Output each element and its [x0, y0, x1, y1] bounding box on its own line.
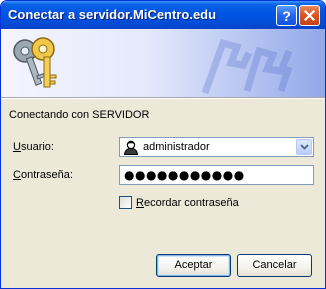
password-label-accesskey: C	[13, 169, 21, 181]
username-label-accesskey: U	[13, 141, 21, 153]
password-label: Contraseña:	[13, 169, 73, 181]
window-title: Conectar a servidor.MiCentro.edu	[8, 7, 217, 22]
password-label-rest: ontraseña:	[20, 169, 73, 181]
help-icon: ?	[282, 7, 291, 24]
decorative-keys-watermark	[201, 38, 293, 95]
keys-icon	[13, 37, 57, 88]
username-combobox[interactable]: administrador	[119, 137, 314, 157]
chevron-down-icon	[299, 144, 309, 150]
ok-button[interactable]: Aceptar	[156, 254, 231, 277]
user-icon	[123, 140, 139, 155]
close-button[interactable]	[299, 5, 320, 26]
username-dropdown-button[interactable]	[296, 139, 312, 155]
password-field[interactable]: ●●●●●●●●●●●	[119, 165, 314, 185]
remember-label-accesskey: R	[136, 197, 144, 209]
username-label: Usuario:	[13, 141, 54, 153]
close-icon	[304, 10, 315, 21]
help-button[interactable]: ?	[276, 5, 297, 26]
remember-label-rest: ecordar contraseña	[143, 197, 239, 209]
title-bar[interactable]: Conectar a servidor.MiCentro.edu ?	[1, 1, 325, 29]
connecting-message: Conectando con SERVIDOR	[9, 109, 150, 121]
username-label-rest: suario:	[20, 141, 54, 153]
header-banner	[1, 29, 325, 97]
cancel-button[interactable]: Cancelar	[237, 254, 312, 277]
remember-password-label[interactable]: Recordar contraseña	[136, 197, 239, 209]
login-dialog: Conectar a servidor.MiCentro.edu ? Conec…	[0, 0, 326, 289]
username-value: administrador	[143, 141, 210, 153]
remember-password-checkbox[interactable]	[119, 196, 132, 209]
